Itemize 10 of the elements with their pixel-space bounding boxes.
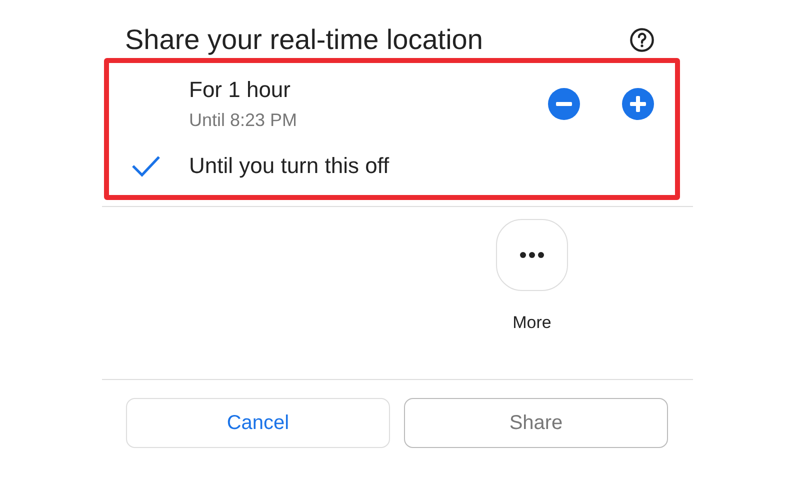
plus-icon[interactable] [622, 88, 654, 120]
option-sublabel: Until 8:23 PM [189, 110, 298, 131]
more-icon [520, 252, 544, 258]
option-label[interactable]: For 1 hour [189, 77, 548, 103]
cancel-button[interactable]: Cancel [126, 398, 390, 448]
minus-icon[interactable] [548, 88, 580, 120]
help-icon[interactable] [629, 27, 655, 53]
share-target-label: More [512, 313, 552, 333]
dialog-title: Share your real-time location [125, 24, 483, 56]
option-label[interactable]: Until you turn this off [189, 153, 675, 179]
